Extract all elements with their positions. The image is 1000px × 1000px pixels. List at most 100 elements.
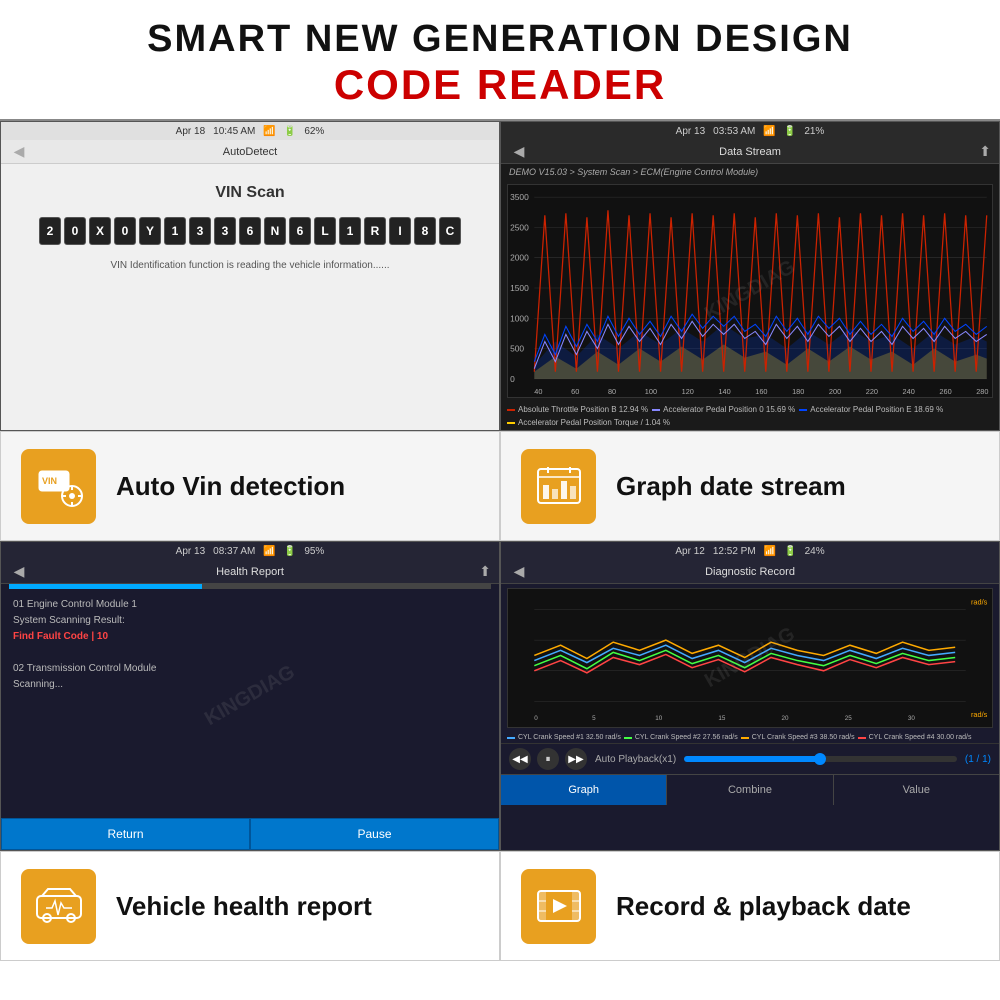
diag-battery-pct: 24% <box>805 546 825 557</box>
health-pause-btn[interactable]: Pause <box>250 818 499 850</box>
vin-back-btn[interactable]: ◀ <box>9 143 29 161</box>
diag-tab-value[interactable]: Value <box>834 775 999 805</box>
diag-legend-3: CYL Crank Speed #3 38.50 rad/s <box>741 734 855 741</box>
ds-legend-item-4: Accelerator Pedal Position Torque / 1.04… <box>507 418 670 427</box>
ds-chart-svg: 3500 2500 2000 1500 1000 500 0 <box>508 185 992 397</box>
data-stream-screen: Apr 13 03:53 AM 📶 🔋 21% ◀ Data Stream ⬆ … <box>500 121 1000 431</box>
vin-scan-screen: Apr 18 10:45 AM 📶 🔋 62% ◀ AutoDetect VIN… <box>0 121 500 431</box>
svg-text:rad/s: rad/s <box>971 710 988 719</box>
vin-number-display: 20X0Y1336N6L1RI8C <box>39 217 461 245</box>
svg-text:25: 25 <box>845 715 853 722</box>
rewind-btn[interactable]: ◀◀ <box>509 748 531 770</box>
vin-feature-icon-box: VIN <box>21 449 96 524</box>
health-icon <box>34 881 84 931</box>
svg-text:200: 200 <box>829 387 841 396</box>
legend-color-2 <box>652 409 660 411</box>
main-grid: Apr 18 10:45 AM 📶 🔋 62% ◀ AutoDetect VIN… <box>0 119 1000 961</box>
ds-back-btn[interactable]: ◀ <box>509 143 529 161</box>
legend-label-3: Accelerator Pedal Position E 18.69 % <box>810 405 943 414</box>
svg-text:1500: 1500 <box>510 284 529 293</box>
diag-wifi-icon: 📶 <box>764 546 776 557</box>
diag-tab-graph[interactable]: Graph <box>501 775 667 805</box>
vin-char: 6 <box>289 217 311 245</box>
svg-text:40: 40 <box>534 387 542 396</box>
svg-text:10: 10 <box>655 715 663 722</box>
progress-track[interactable] <box>684 756 957 762</box>
health-export-icon[interactable]: ⬆ <box>479 563 491 580</box>
health-item-3: 02 Transmission Control Module <box>13 661 487 677</box>
legend-label-1: Absolute Throttle Position B 12.94 % <box>518 405 648 414</box>
diag-back-btn[interactable]: ◀ <box>509 563 529 581</box>
graph-icon <box>534 461 584 511</box>
diag-status-bar: Apr 12 12:52 PM 📶 🔋 24% <box>501 542 999 560</box>
ds-legend-item-2: Accelerator Pedal Position 0 15.69 % <box>652 405 795 414</box>
diag-legend-2: CYL Crank Speed #2 27.56 rad/s <box>624 734 738 741</box>
header: SMART NEW GENERATION DESIGN CODE READER <box>0 0 1000 119</box>
ds-breadcrumb: DEMO V15.03 > System Scan > ECM(Engine C… <box>501 164 999 180</box>
health-back-btn[interactable]: ◀ <box>9 563 29 581</box>
pause-btn[interactable]: ⏸ <box>537 748 559 770</box>
vin-battery-pct: 62% <box>304 126 324 137</box>
svg-text:60: 60 <box>571 387 579 396</box>
diag-screen-title: Diagnostic Record <box>705 566 795 578</box>
health-battery-icon: 🔋 <box>284 546 296 557</box>
health-item-2: System Scanning Result: <box>13 613 487 629</box>
vin-description: VIN Identification function is reading t… <box>110 260 389 271</box>
diag-tab-bar: Graph Combine Value <box>501 774 999 805</box>
progress-thumb <box>684 756 820 762</box>
ds-legend: Absolute Throttle Position B 12.94 % Acc… <box>501 402 999 430</box>
header-line1: SMART NEW GENERATION DESIGN <box>10 18 990 61</box>
health-return-btn[interactable]: Return <box>1 818 250 850</box>
health-feature-icon-box <box>21 869 96 944</box>
vin-char: L <box>314 217 336 245</box>
vin-char: 0 <box>114 217 136 245</box>
ds-legend-item-1: Absolute Throttle Position B 12.94 % <box>507 405 648 414</box>
ds-title-bar: ◀ Data Stream ⬆ <box>501 140 999 164</box>
legend-color-3 <box>799 409 807 411</box>
record-feature-banner: Record & playback date <box>500 851 1000 961</box>
ds-screen-title: Data Stream <box>719 146 781 158</box>
svg-text:220: 220 <box>866 387 878 396</box>
vin-content: VIN Scan 20X0Y1336N6L1RI8C VIN Identific… <box>1 164 499 291</box>
diag-chart-area: KINGDIAG rad/s rad/s 0 5 <box>507 588 993 728</box>
diag-status-date: Apr 12 <box>675 546 704 557</box>
ds-status-date: Apr 13 <box>676 126 705 137</box>
svg-text:180: 180 <box>792 387 804 396</box>
record-feature-icon-box <box>521 869 596 944</box>
health-title-bar: ◀ Health Report ⬆ <box>1 560 499 584</box>
health-battery-pct: 95% <box>304 546 324 557</box>
svg-text:0: 0 <box>534 715 538 722</box>
legend-label-4: Accelerator Pedal Position Torque / 1.04… <box>518 418 670 427</box>
vin-status-bar: Apr 18 10:45 AM 📶 🔋 62% <box>1 122 499 140</box>
diag-legend-color-1 <box>507 737 515 739</box>
diag-tab-combine[interactable]: Combine <box>667 775 833 805</box>
health-screen-title: Health Report <box>216 566 284 578</box>
health-status-date: Apr 13 <box>176 546 205 557</box>
svg-text:160: 160 <box>755 387 767 396</box>
diag-legend-label-4: CYL Crank Speed #4 30.00 rad/s <box>869 734 972 741</box>
svg-text:140: 140 <box>718 387 730 396</box>
health-status-time: 08:37 AM <box>213 546 255 557</box>
svg-text:1000: 1000 <box>510 314 529 323</box>
svg-text:80: 80 <box>608 387 616 396</box>
svg-text:3500: 3500 <box>510 193 529 202</box>
ds-battery-pct: 21% <box>804 126 824 137</box>
health-status-bar: Apr 13 08:37 AM 📶 🔋 95% <box>1 542 499 560</box>
svg-text:2000: 2000 <box>510 254 529 263</box>
play-controls: ◀◀ ⏸ ▶▶ <box>509 748 587 770</box>
battery-icon: 🔋 <box>284 126 296 137</box>
forward-btn[interactable]: ▶▶ <box>565 748 587 770</box>
vin-char: 6 <box>239 217 261 245</box>
diag-legend-label-3: CYL Crank Speed #3 38.50 rad/s <box>752 734 855 741</box>
vin-char: 1 <box>164 217 186 245</box>
diag-record-screen: Apr 12 12:52 PM 📶 🔋 24% ◀ Diagnostic Rec… <box>500 541 1000 851</box>
vin-char: 2 <box>39 217 61 245</box>
svg-text:500: 500 <box>510 345 524 354</box>
vin-char: 0 <box>64 217 86 245</box>
diag-legend-label-2: CYL Crank Speed #2 27.56 rad/s <box>635 734 738 741</box>
wifi-icon: 📶 <box>263 126 275 137</box>
ds-export-icon[interactable]: ⬆ <box>979 143 991 160</box>
vin-char: I <box>389 217 411 245</box>
diag-legend-1: CYL Crank Speed #1 32.50 rad/s <box>507 734 621 741</box>
diag-legend: CYL Crank Speed #1 32.50 rad/s CYL Crank… <box>501 732 999 743</box>
